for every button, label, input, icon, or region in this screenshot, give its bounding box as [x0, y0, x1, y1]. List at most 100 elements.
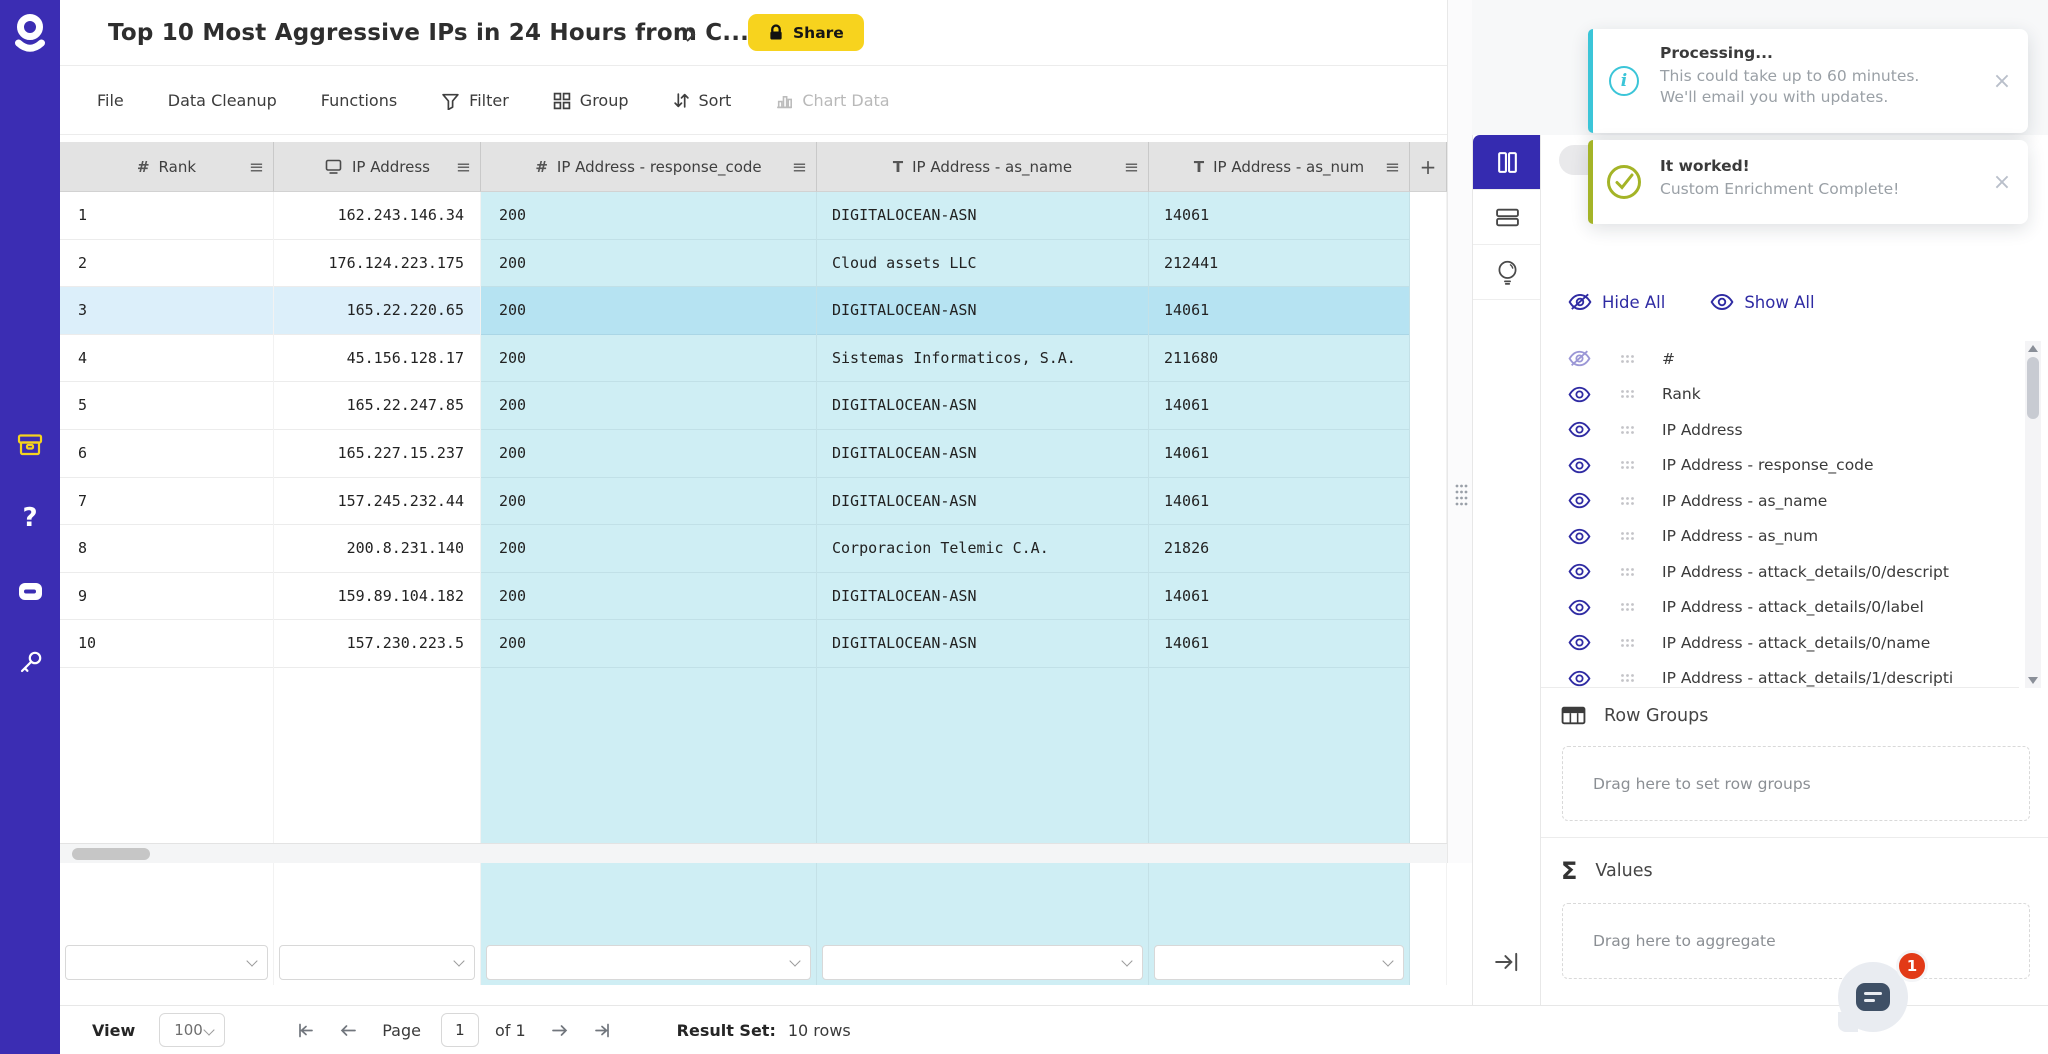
values-dropzone[interactable]: Drag here to aggregate — [1562, 903, 2030, 979]
cell-row10-col0[interactable]: 10 — [60, 620, 273, 668]
toggle-visibility-button[interactable] — [1568, 563, 1592, 580]
cell-row10-col2[interactable]: 200 — [481, 620, 816, 668]
cell-row8-col2[interactable]: 200 — [481, 525, 816, 573]
add-column-button[interactable]: + — [1410, 142, 1447, 192]
previous-page-button[interactable] — [339, 1022, 358, 1039]
cell-row2-col4[interactable]: 212441 — [1149, 240, 1409, 288]
cell-row1-col2[interactable]: 200 — [481, 192, 816, 240]
storage-box-icon[interactable] — [0, 425, 60, 465]
cell-row4-col3[interactable]: Sistemas Informaticos, S.A. — [817, 335, 1148, 383]
tab-columns[interactable] — [1473, 135, 1541, 190]
cell-row7-col1[interactable]: 157.245.232.44 — [274, 478, 480, 526]
api-key-icon[interactable] — [0, 642, 60, 682]
page-size-select[interactable]: 100 — [159, 1013, 225, 1047]
toggle-visibility-button[interactable] — [1568, 528, 1592, 545]
column-header-2[interactable]: #IP Address - response_code≡ — [481, 142, 817, 192]
cell-row3-col0[interactable]: 3 — [60, 287, 273, 335]
cell-row9-col1[interactable]: 159.89.104.182 — [274, 573, 480, 621]
cell-row8-col1[interactable]: 200.8.231.140 — [274, 525, 480, 573]
toggle-visibility-button[interactable] — [1568, 350, 1592, 367]
last-page-button[interactable] — [593, 1022, 613, 1039]
cell-row6-col1[interactable]: 165.227.15.237 — [274, 430, 480, 478]
cell-row6-col3[interactable]: DIGITALOCEAN-ASN — [817, 430, 1148, 478]
menu-item-file[interactable]: File — [97, 91, 124, 110]
row-groups-dropzone[interactable]: Drag here to set row groups — [1562, 746, 2030, 821]
cell-row7-col0[interactable]: 7 — [60, 478, 273, 526]
tab-rows[interactable] — [1473, 190, 1541, 245]
cell-row9-col4[interactable]: 14061 — [1149, 573, 1409, 621]
cell-row5-col3[interactable]: DIGITALOCEAN-ASN — [817, 382, 1148, 430]
column-menu-icon[interactable]: ≡ — [792, 142, 807, 192]
toggle-visibility-button[interactable] — [1568, 421, 1592, 438]
cell-row3-col2[interactable]: 200 — [481, 287, 816, 335]
cell-row3-col4[interactable]: 14061 — [1149, 287, 1409, 335]
toggle-visibility-button[interactable] — [1568, 634, 1592, 651]
cell-row2-col1[interactable]: 176.124.223.175 — [274, 240, 480, 288]
cell-row10-col4[interactable]: 14061 — [1149, 620, 1409, 668]
next-page-button[interactable] — [550, 1022, 569, 1039]
cell-row6-col0[interactable]: 6 — [60, 430, 273, 478]
cell-row7-col4[interactable]: 14061 — [1149, 478, 1409, 526]
toggle-visibility-button[interactable] — [1568, 599, 1592, 616]
drag-handle[interactable] — [1620, 531, 1635, 541]
cell-row4-col0[interactable]: 4 — [60, 335, 273, 383]
column-menu-icon[interactable]: ≡ — [456, 142, 471, 192]
cell-row1-col0[interactable]: 1 — [60, 192, 273, 240]
drag-handle[interactable] — [1620, 354, 1635, 364]
drag-handle[interactable] — [1620, 638, 1635, 648]
chat-message-icon[interactable] — [0, 572, 60, 612]
column-header-3[interactable]: TIP Address - as_name≡ — [817, 142, 1149, 192]
menu-item-data-cleanup[interactable]: Data Cleanup — [168, 91, 277, 110]
drag-handle[interactable] — [1620, 460, 1635, 470]
menu-item-functions[interactable]: Functions — [321, 91, 397, 110]
cell-row4-col4[interactable]: 211680 — [1149, 335, 1409, 383]
column-menu-icon[interactable]: ≡ — [249, 142, 264, 192]
drag-handle[interactable] — [1620, 602, 1635, 612]
drag-handle[interactable] — [1620, 389, 1635, 399]
cell-row8-col4[interactable]: 21826 — [1149, 525, 1409, 573]
cell-row2-col3[interactable]: Cloud assets LLC — [817, 240, 1148, 288]
toggle-visibility-button[interactable] — [1568, 492, 1592, 509]
help-icon[interactable]: ? — [0, 498, 60, 538]
column-filter-select[interactable] — [1154, 945, 1404, 980]
cell-row6-col4[interactable]: 14061 — [1149, 430, 1409, 478]
share-button[interactable]: Share — [748, 14, 864, 51]
page-number-input[interactable] — [441, 1013, 479, 1047]
cell-row4-col1[interactable]: 45.156.128.17 — [274, 335, 480, 383]
cell-row2-col0[interactable]: 2 — [60, 240, 273, 288]
cell-row1-col3[interactable]: DIGITALOCEAN-ASN — [817, 192, 1148, 240]
toggle-visibility-button[interactable] — [1568, 670, 1592, 687]
column-menu-icon[interactable]: ≡ — [1124, 142, 1139, 192]
menu-item-filter[interactable]: Filter — [441, 91, 509, 110]
cell-row1-col1[interactable]: 162.243.146.34 — [274, 192, 480, 240]
drag-handle[interactable] — [1620, 673, 1635, 683]
menu-item-sort[interactable]: Sort — [673, 91, 732, 110]
close-icon[interactable]: × — [1976, 29, 2028, 133]
cell-row4-col2[interactable]: 200 — [481, 335, 816, 383]
column-header-1[interactable]: IP Address≡ — [274, 142, 481, 192]
show-all-button[interactable]: Show All — [1710, 293, 1814, 312]
cell-row8-col3[interactable]: Corporacion Telemic C.A. — [817, 525, 1148, 573]
collapse-panel-button[interactable] — [1473, 951, 1541, 973]
cell-row1-col4[interactable]: 14061 — [1149, 192, 1409, 240]
toggle-visibility-button[interactable] — [1568, 386, 1592, 403]
cell-row5-col1[interactable]: 165.22.247.85 — [274, 382, 480, 430]
drag-handle[interactable] — [1620, 567, 1635, 577]
cell-row10-col1[interactable]: 157.230.223.5 — [274, 620, 480, 668]
drag-handle[interactable] — [1620, 496, 1635, 506]
column-list-scrollbar-thumb[interactable] — [2027, 357, 2039, 419]
gigasheet-logo-icon[interactable] — [10, 12, 50, 58]
cell-row2-col2[interactable]: 200 — [481, 240, 816, 288]
toggle-visibility-button[interactable] — [1568, 457, 1592, 474]
column-filter-select[interactable] — [486, 945, 811, 980]
cell-row5-col2[interactable]: 200 — [481, 382, 816, 430]
cell-row7-col3[interactable]: DIGITALOCEAN-ASN — [817, 478, 1148, 526]
column-header-4[interactable]: TIP Address - as_num≡ — [1149, 142, 1410, 192]
cell-row10-col3[interactable]: DIGITALOCEAN-ASN — [817, 620, 1148, 668]
cell-row9-col3[interactable]: DIGITALOCEAN-ASN — [817, 573, 1148, 621]
cell-row5-col0[interactable]: 5 — [60, 382, 273, 430]
cell-row6-col2[interactable]: 200 — [481, 430, 816, 478]
hide-all-button[interactable]: Hide All — [1568, 293, 1665, 312]
cell-row9-col0[interactable]: 9 — [60, 573, 273, 621]
cell-row3-col3[interactable]: DIGITALOCEAN-ASN — [817, 287, 1148, 335]
